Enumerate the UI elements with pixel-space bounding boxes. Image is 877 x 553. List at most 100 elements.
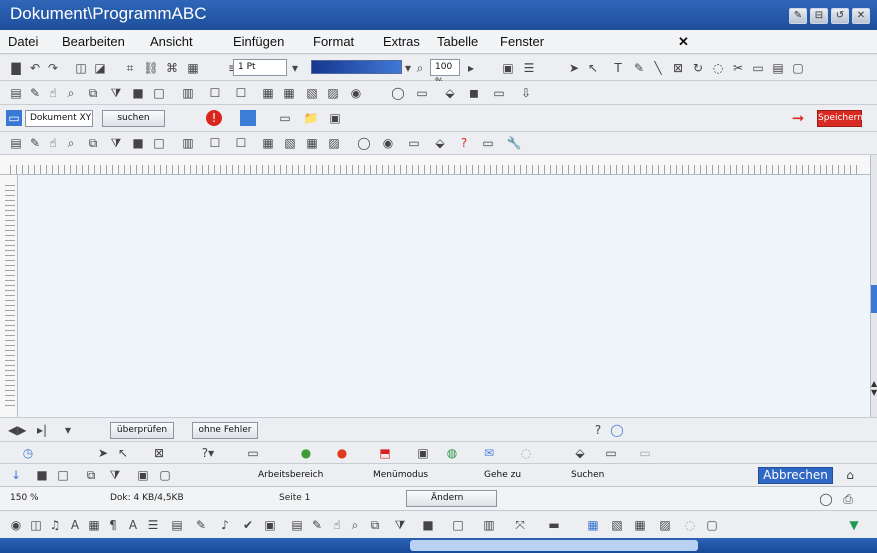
move-icon[interactable]: ⤧ bbox=[512, 517, 528, 533]
copy-icon-2[interactable]: ⧉ bbox=[85, 135, 101, 151]
document-icon-2[interactable]: ▤ bbox=[8, 135, 24, 151]
copy-icon[interactable]: ⧉ bbox=[85, 85, 101, 101]
clipboard-icon[interactable]: ▤ bbox=[169, 517, 185, 533]
paragraph-icon[interactable]: ¶ bbox=[105, 517, 121, 533]
calendar-icon-3[interactable]: ▨ bbox=[657, 517, 673, 533]
color-field[interactable] bbox=[311, 60, 402, 74]
chart-icon-2[interactable]: ▧ bbox=[282, 135, 298, 151]
pdf-icon[interactable]: ⬒ bbox=[377, 445, 393, 461]
grey-icon[interactable]: ▭ bbox=[491, 85, 507, 101]
letter-icon[interactable]: A bbox=[125, 517, 141, 533]
edit-icon[interactable]: ✎ bbox=[193, 517, 209, 533]
image-icon[interactable]: ▥ bbox=[180, 85, 196, 101]
grid-icon-4[interactable]: ▦ bbox=[632, 517, 648, 533]
scroll-arrows-icon[interactable]: ▲ ▼ bbox=[871, 379, 877, 397]
text-icon[interactable]: T bbox=[610, 60, 626, 76]
red-circle-icon[interactable]: ● bbox=[334, 445, 350, 461]
frame-icon-2[interactable]: □ bbox=[151, 135, 167, 151]
green-circle-icon[interactable]: ● bbox=[298, 445, 314, 461]
refresh-icon[interactable]: ◯ bbox=[609, 422, 625, 438]
menu-ansicht[interactable]: Ansicht bbox=[150, 34, 193, 49]
line-width-field[interactable]: 1 Pt bbox=[233, 59, 287, 76]
filter-icon-2[interactable]: ⧩ bbox=[108, 135, 124, 151]
table-icon-4[interactable]: ▧ bbox=[609, 517, 625, 533]
hand-icon-2[interactable]: ☝ bbox=[45, 135, 61, 151]
magnifier-icon[interactable]: ⌕ bbox=[63, 85, 79, 101]
menu-fenster[interactable]: Fenster bbox=[500, 34, 544, 49]
print-icon[interactable]: ⎙ bbox=[840, 491, 856, 507]
magnifier-icon-3[interactable]: ⌕ bbox=[347, 517, 363, 533]
shape-icon[interactable]: ⊠ bbox=[670, 60, 686, 76]
document-canvas[interactable] bbox=[18, 175, 870, 417]
scissors-icon[interactable]: ✂ bbox=[730, 60, 746, 76]
menu-datei[interactable]: Datei bbox=[8, 34, 38, 49]
restore-button[interactable]: ↺ bbox=[831, 8, 849, 24]
record-icon[interactable]: ◉ bbox=[348, 85, 364, 101]
globe-icon[interactable]: ◍ bbox=[444, 445, 460, 461]
green-icon[interactable]: ◼ bbox=[466, 85, 482, 101]
blank-document-icon[interactable]: ▢ bbox=[704, 517, 720, 533]
strip-icon[interactable]: ▬ bbox=[546, 517, 562, 533]
cancel-button[interactable]: Abbrechen bbox=[758, 467, 833, 484]
table-blue-icon[interactable]: ▦ bbox=[260, 85, 276, 101]
document-icon-3[interactable]: ▤ bbox=[289, 517, 305, 533]
blue-square-icon[interactable] bbox=[240, 110, 256, 126]
layout-icon[interactable]: ▦ bbox=[185, 60, 201, 76]
folder-icon[interactable]: 📁 bbox=[303, 110, 319, 126]
calculator-icon[interactable]: ▣ bbox=[135, 467, 151, 483]
brush-icon[interactable]: ◫ bbox=[73, 60, 89, 76]
draw-icon[interactable]: ◌ bbox=[710, 60, 726, 76]
panel-icon[interactable]: ▭ bbox=[750, 60, 766, 76]
layers-icon[interactable]: ◉ bbox=[8, 517, 24, 533]
frame-icon-4[interactable]: □ bbox=[450, 517, 466, 533]
square-frame-icon[interactable]: □ bbox=[55, 467, 71, 483]
frame-grey-icon[interactable]: ▭ bbox=[245, 445, 261, 461]
pen-icon[interactable]: ✎ bbox=[631, 60, 647, 76]
calendar-icon-2[interactable]: ▭ bbox=[603, 445, 619, 461]
rotate-icon[interactable]: ↻ bbox=[690, 60, 706, 76]
home-icon[interactable]: ⌂ bbox=[842, 467, 858, 483]
new-document-icon[interactable]: ▭ bbox=[277, 110, 293, 126]
minimize-button[interactable]: ⊟ bbox=[810, 8, 828, 24]
select-arrow-icon[interactable]: ➤ bbox=[95, 445, 111, 461]
box-icon[interactable]: ☐ bbox=[207, 85, 223, 101]
menu-bearbeiten[interactable]: Bearbeiten bbox=[62, 34, 125, 49]
down-triangle-icon[interactable]: ▾ bbox=[60, 422, 76, 438]
blue-panel-icon[interactable]: ▦ bbox=[585, 517, 601, 533]
font-icon[interactable]: A bbox=[67, 517, 83, 533]
frame-icon[interactable]: □ bbox=[151, 85, 167, 101]
copy-icon-3[interactable]: ⧉ bbox=[83, 467, 99, 483]
dropdown-icon[interactable]: ▾ bbox=[287, 60, 303, 76]
taskbar-scroll-thumb[interactable] bbox=[410, 540, 698, 551]
down-arrow-icon[interactable]: ↓ bbox=[8, 467, 24, 483]
check-icon[interactable]: ✔ bbox=[240, 517, 256, 533]
note-icon[interactable]: ♪ bbox=[217, 517, 233, 533]
menu-format[interactable]: Format bbox=[313, 34, 354, 49]
edit-window-button[interactable]: ✎ bbox=[789, 8, 807, 24]
align-icon[interactable]: ☰ bbox=[521, 60, 537, 76]
undo-icon[interactable]: ↶ bbox=[27, 60, 43, 76]
no-errors-button[interactable]: ohne Fehler bbox=[192, 422, 258, 439]
clock-icon[interactable]: ◷ bbox=[20, 445, 36, 461]
circle-icon[interactable]: ◯ bbox=[390, 85, 406, 101]
square-icon-4[interactable]: ■ bbox=[420, 517, 436, 533]
pencil-icon-3[interactable]: ✎ bbox=[309, 517, 325, 533]
fill-icon[interactable]: ⬙ bbox=[442, 85, 458, 101]
screen-blue-icon[interactable]: ▭ bbox=[406, 135, 422, 151]
next-icon[interactable]: ▸| bbox=[34, 422, 50, 438]
menu-close-icon[interactable]: ✕ bbox=[678, 34, 689, 50]
square-icon[interactable]: ■ bbox=[130, 85, 146, 101]
document-icon[interactable]: ▤ bbox=[8, 85, 24, 101]
workspace-label[interactable]: Arbeitsbereich bbox=[258, 470, 323, 480]
save-disk-icon[interactable]: ▣ bbox=[415, 445, 431, 461]
grid-blue-icon-2[interactable]: ▦ bbox=[304, 135, 320, 151]
zoom-arrow-icon[interactable]: ▸ bbox=[463, 60, 479, 76]
table-blue-icon-2[interactable]: ▦ bbox=[260, 135, 276, 151]
square-blue-icon[interactable]: ■ bbox=[34, 467, 50, 483]
wrench-icon[interactable]: 🔧 bbox=[506, 135, 522, 151]
menu-mode-label[interactable]: Menümodus bbox=[373, 470, 428, 480]
window-icon[interactable]: ▤ bbox=[770, 60, 786, 76]
pointer-icon[interactable]: ➤ bbox=[566, 60, 582, 76]
goto-label[interactable]: Gehe zu bbox=[484, 470, 521, 480]
help-icon[interactable]: ? bbox=[456, 135, 472, 151]
